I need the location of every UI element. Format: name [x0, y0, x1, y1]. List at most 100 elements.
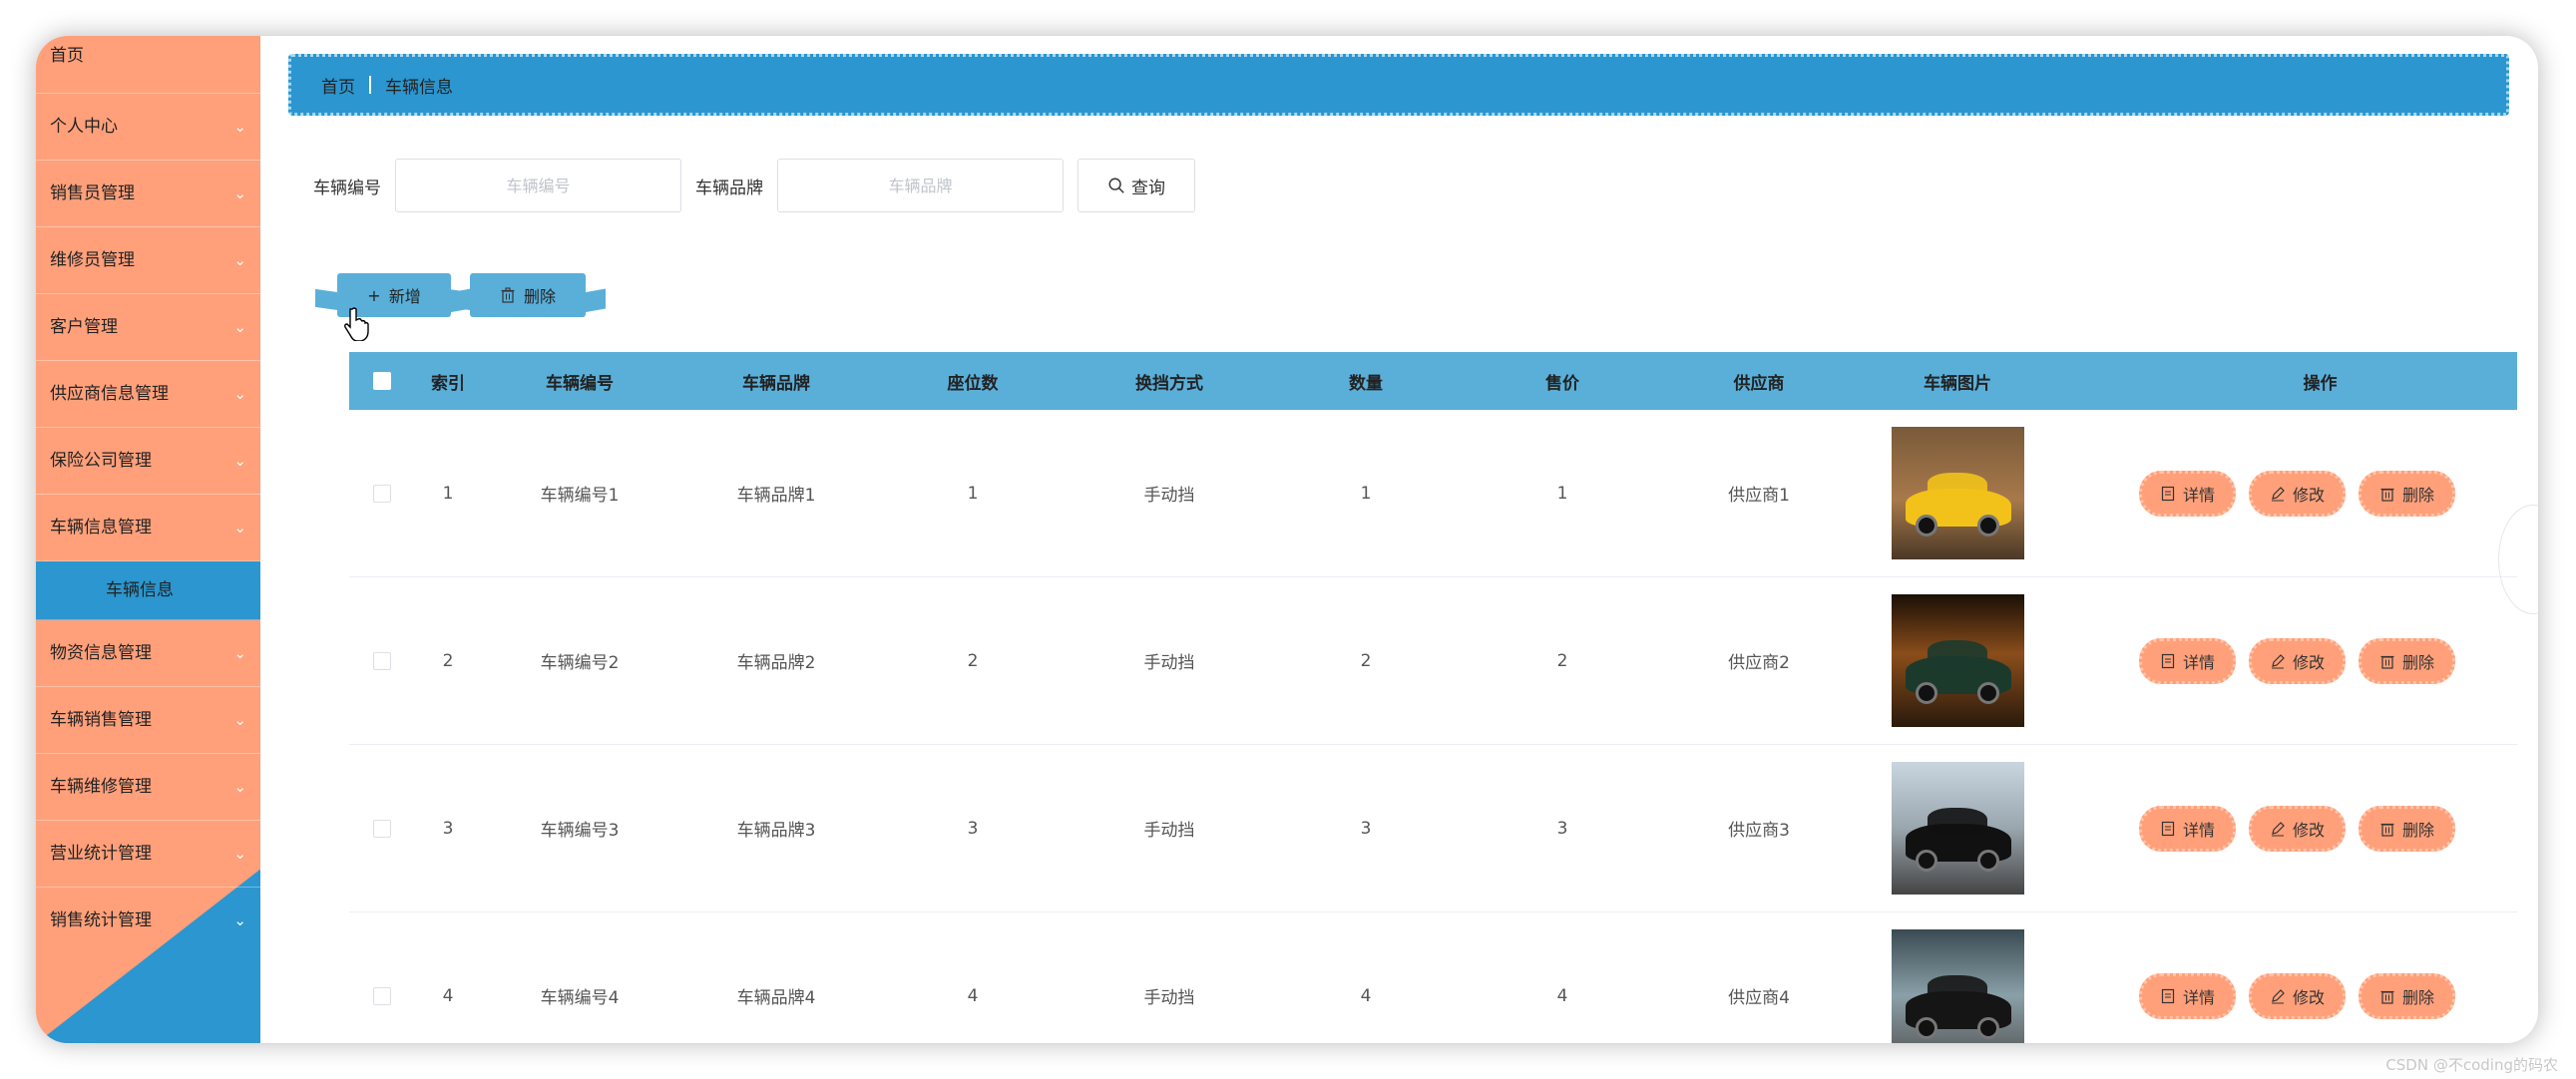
document-icon	[2161, 988, 2175, 1003]
row-index: 3	[442, 818, 454, 839]
row-price: 2	[1556, 650, 1568, 671]
trash-icon	[2380, 990, 2394, 1004]
sidebar-item-label: 车辆维修管理	[50, 777, 152, 797]
sidebar-item-label: 个人中心	[50, 117, 118, 137]
row-quantity: 3	[1360, 818, 1372, 839]
detail-button-label: 详情	[2183, 485, 2216, 505]
sidebar-item[interactable]: 个人中心 ⌄	[36, 94, 260, 161]
row-index: 4	[442, 985, 454, 1006]
vehicle-brand-label: 车辆品牌	[695, 178, 763, 198]
sidebar-item[interactable]: 车辆信息管理 ⌄	[36, 495, 260, 561]
header-gear: 换挡方式	[1135, 373, 1203, 394]
delete-button[interactable]: 删除	[2359, 470, 2456, 517]
header-image: 车辆图片	[1924, 373, 1991, 394]
sidebar-item[interactable]: 首页	[36, 36, 260, 94]
vehicle-table: 索引 车辆编号 车辆品牌 座位数 换挡方式 数量 售价 供应商 车辆图片 操作 …	[349, 352, 2517, 1043]
row-supplier: 供应商1	[1728, 486, 1790, 506]
sidebar-item-label: 营业统计管理	[50, 844, 152, 864]
vehicle-brand-input[interactable]	[777, 159, 1064, 212]
trash-icon	[2380, 488, 2394, 502]
edit-button[interactable]: 修改	[2249, 972, 2347, 1019]
chevron-down-icon: ⌄	[233, 385, 246, 403]
row-select-cell	[349, 986, 415, 1005]
header-seats: 座位数	[947, 373, 999, 394]
edit-button-label: 修改	[2293, 652, 2326, 672]
sidebar-subitem[interactable]: 车辆信息	[36, 561, 260, 620]
sidebar-item[interactable]: 销售统计管理 ⌄	[36, 888, 260, 954]
row-quantity: 4	[1360, 985, 1372, 1006]
row-code: 车辆编号3	[540, 821, 620, 841]
car-wheel	[1976, 515, 1999, 537]
header-operations: 操作	[2303, 373, 2338, 394]
sidebar-item[interactable]: 营业统计管理 ⌄	[36, 821, 260, 888]
delete-button[interactable]: 删除	[2359, 972, 2456, 1019]
sidebar-item[interactable]: 客户管理 ⌄	[36, 294, 260, 361]
row-gear: 手动挡	[1143, 821, 1195, 841]
row-brand: 车辆品牌4	[736, 988, 816, 1008]
chevron-down-icon: ⌄	[233, 184, 246, 202]
edit-button[interactable]: 修改	[2249, 637, 2347, 684]
detail-button-label: 详情	[2183, 987, 2216, 1007]
row-price: 3	[1556, 818, 1568, 839]
row-checkbox[interactable]	[373, 819, 391, 838]
row-checkbox[interactable]	[373, 484, 391, 503]
breadcrumb-home[interactable]: 首页	[321, 73, 355, 98]
edit-button[interactable]: 修改	[2249, 805, 2347, 852]
search-button[interactable]: 查询	[1077, 159, 1195, 212]
row-select-cell	[349, 819, 415, 838]
sidebar-item[interactable]: 车辆维修管理 ⌄	[36, 754, 260, 821]
table-row: 3 车辆编号3 车辆品牌3 3 手动挡 3 3 供应商3 详情 修改 删除	[349, 745, 2517, 912]
detail-button[interactable]: 详情	[2139, 972, 2237, 1019]
car-roof-shape	[1927, 808, 1987, 834]
sidebar-item[interactable]: 车辆销售管理 ⌄	[36, 687, 260, 754]
detail-button[interactable]: 详情	[2139, 805, 2237, 852]
vehicle-code-input[interactable]	[395, 159, 681, 212]
detail-button[interactable]: 详情	[2139, 637, 2237, 684]
sidebar-item-label: 供应商信息管理	[50, 384, 169, 404]
row-supplier: 供应商4	[1728, 988, 1790, 1008]
row-code: 车辆编号1	[540, 486, 620, 506]
vehicle-image[interactable]	[1891, 929, 2024, 1043]
row-code: 车辆编号2	[540, 653, 620, 673]
select-all-checkbox[interactable]	[373, 372, 391, 390]
sidebar: 首页 个人中心 ⌄ 销售员管理 ⌄ 维修员管理 ⌄ 客户管理 ⌄ 供应商信息管理 ⌄ 保险公司管理 ⌄ 车…	[36, 36, 260, 1043]
search-button-label: 查询	[1131, 178, 1165, 198]
table-row: 4 车辆编号4 车辆品牌4 4 手动挡 4 4 供应商4 详情 修改 删除	[349, 912, 2517, 1043]
row-image-cell	[1858, 427, 2057, 559]
sidebar-item[interactable]: 供应商信息管理 ⌄	[36, 361, 260, 428]
sidebar-item[interactable]: 物资信息管理 ⌄	[36, 620, 260, 687]
edit-button[interactable]: 修改	[2249, 470, 2347, 517]
detail-button-label: 详情	[2183, 820, 2216, 840]
row-operations: 详情 修改 删除	[2057, 470, 2538, 517]
table-header: 索引 车辆编号 车辆品牌 座位数 换挡方式 数量 售价 供应商 车辆图片 操作	[349, 352, 2517, 410]
vehicle-image[interactable]	[1891, 427, 2024, 559]
row-gear: 手动挡	[1143, 653, 1195, 673]
breadcrumb-separator	[369, 76, 371, 94]
row-index: 2	[442, 650, 454, 671]
delete-button-label: 删除	[2402, 652, 2435, 672]
row-checkbox[interactable]	[373, 986, 391, 1005]
sidebar-item[interactable]: 保险公司管理 ⌄	[36, 428, 260, 495]
row-seats: 4	[967, 985, 979, 1006]
sidebar-item-label: 车辆信息	[106, 580, 174, 600]
trash-icon	[2380, 655, 2394, 669]
batch-delete-button[interactable]: 删除	[470, 273, 586, 317]
delete-button[interactable]: 删除	[2359, 805, 2456, 852]
search-bar: 车辆编号 车辆品牌 查询	[313, 159, 1195, 212]
vehicle-image[interactable]	[1891, 594, 2024, 727]
watermark: CSDN @不coding的码农	[2385, 1056, 2558, 1074]
app-window: 首页 个人中心 ⌄ 销售员管理 ⌄ 维修员管理 ⌄ 客户管理 ⌄ 供应商信息管理 ⌄ 保险公司管理 ⌄ 车…	[36, 36, 2538, 1043]
trash-icon	[501, 287, 515, 303]
row-seats: 2	[967, 650, 979, 671]
vehicle-image[interactable]	[1891, 762, 2024, 895]
delete-button[interactable]: 删除	[2359, 637, 2456, 684]
detail-button[interactable]: 详情	[2139, 470, 2237, 517]
sidebar-item[interactable]: 维修员管理 ⌄	[36, 227, 260, 294]
table-row: 1 车辆编号1 车辆品牌1 1 手动挡 1 1 供应商1 详情 修改 删除	[349, 410, 2517, 577]
row-checkbox[interactable]	[373, 651, 391, 670]
sidebar-item[interactable]: 销售员管理 ⌄	[36, 161, 260, 227]
trash-icon	[2380, 823, 2394, 837]
select-all-cell	[349, 372, 415, 390]
breadcrumb: 首页 车辆信息	[288, 54, 2509, 116]
row-select-cell	[349, 484, 415, 503]
